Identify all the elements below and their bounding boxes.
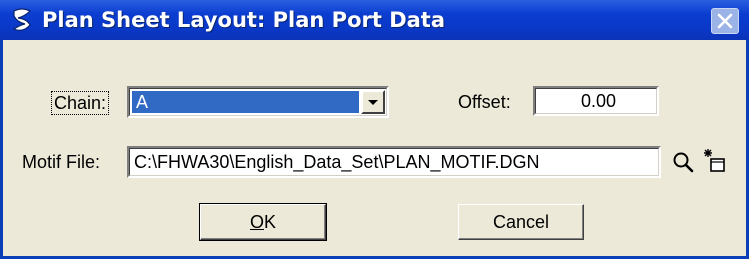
chain-value: A	[136, 92, 149, 112]
ok-mnemonic: O	[249, 212, 264, 232]
ok-label: K	[264, 212, 277, 232]
cancel-button[interactable]: Cancel	[458, 204, 584, 240]
plan-port-data-dialog: Plan Sheet Layout: Plan Port Data Chain:…	[0, 0, 749, 259]
chain-selected-highlight: A	[132, 91, 359, 113]
offset-field[interactable]: 0.00	[533, 86, 659, 116]
chevron-down-icon	[368, 100, 378, 105]
offset-value: 0.00	[581, 91, 617, 111]
chain-label: Chain:	[51, 91, 110, 115]
offset-label: Offset:	[458, 92, 511, 112]
ok-button[interactable]: OK	[199, 203, 327, 241]
motif-file-field[interactable]: C:\FHWA30\English_Data_Set\PLAN_MOTIF.DG…	[127, 146, 661, 178]
window-title: Plan Sheet Layout: Plan Port Data	[42, 8, 446, 32]
magnifier-icon	[673, 152, 694, 173]
chain-dropdown-button[interactable]	[361, 90, 385, 114]
app-logo-icon	[12, 8, 32, 31]
motif-file-value: C:\FHWA30\English_Data_Set\PLAN_MOTIF.DG…	[134, 152, 540, 172]
motif-file-label: Motif File:	[22, 152, 101, 172]
new-file-button[interactable]	[700, 147, 728, 175]
browse-button[interactable]	[671, 150, 695, 174]
close-icon	[717, 13, 733, 29]
chain-dropdown[interactable]: A	[127, 86, 389, 118]
new-file-icon	[704, 149, 725, 172]
close-button[interactable]	[711, 8, 739, 34]
title-bar[interactable]: Plan Sheet Layout: Plan Port Data	[0, 0, 749, 40]
